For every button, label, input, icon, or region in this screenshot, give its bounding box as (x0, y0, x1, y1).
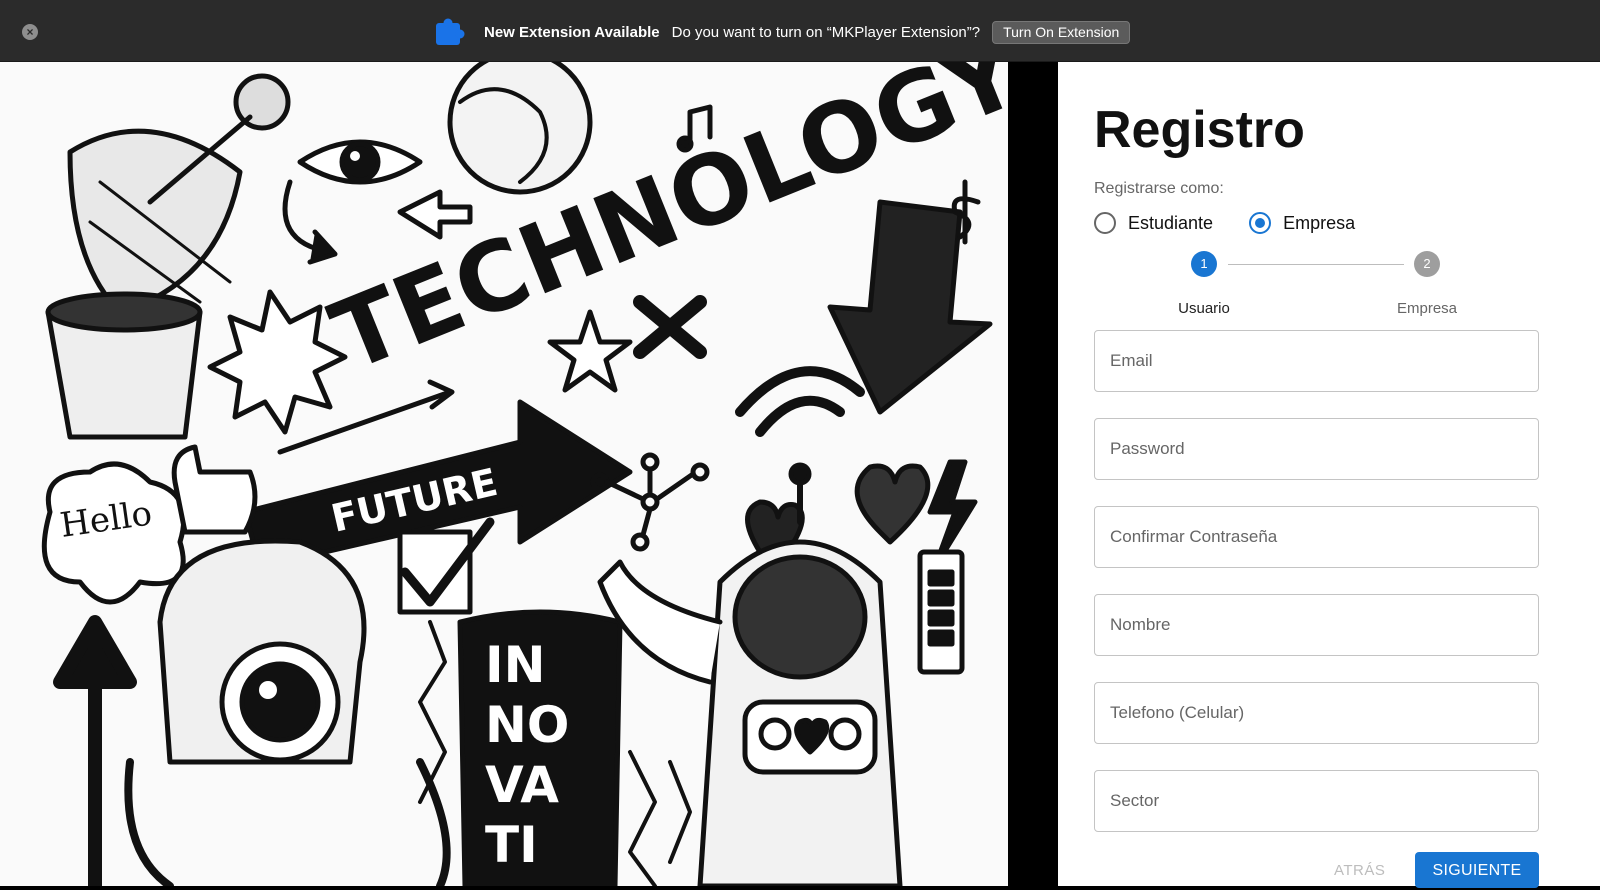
registration-panel: Registro Registrarse como: Estudiante Em… (1058, 62, 1600, 888)
extension-banner-content: New Extension Available Do you want to t… (434, 17, 1131, 47)
confirm-password-input[interactable] (1095, 507, 1538, 567)
email-field[interactable] (1094, 330, 1539, 392)
extension-banner: × New Extension Available Do you want to… (0, 0, 1600, 62)
divider-gap (1008, 62, 1058, 886)
radio-estudiante[interactable] (1094, 212, 1116, 234)
role-radio-group: Estudiante Empresa (1094, 212, 1391, 234)
page-title: Registro (1094, 101, 1305, 159)
step-1-label: Usuario (1178, 300, 1230, 317)
innovation-word-3: VA (485, 756, 559, 814)
close-icon[interactable]: × (22, 24, 38, 40)
confirm-password-field[interactable] (1094, 506, 1539, 568)
step-2-label: Empresa (1396, 300, 1458, 317)
phone-input[interactable] (1095, 683, 1538, 743)
radio-empresa-label[interactable]: Empresa (1283, 213, 1355, 234)
puzzle-icon (436, 18, 465, 45)
email-input[interactable] (1095, 331, 1538, 391)
extension-title: New Extension Available (484, 23, 660, 41)
name-field[interactable] (1094, 594, 1539, 656)
phone-field[interactable] (1094, 682, 1539, 744)
turn-on-extension-button[interactable]: Turn On Extension (992, 20, 1131, 44)
sector-input[interactable] (1095, 771, 1538, 831)
radio-estudiante-label[interactable]: Estudiante (1128, 213, 1213, 234)
sector-field[interactable] (1094, 770, 1539, 832)
innovation-word-2: NO (485, 696, 569, 754)
name-input[interactable] (1095, 595, 1538, 655)
register-as-label: Registrarse como: (1094, 180, 1224, 197)
technology-doodle-illustration: TECHNOLOGY FUTURE Hello IN NO VA TI (0, 62, 1008, 886)
password-field[interactable] (1094, 418, 1539, 480)
back-button[interactable]: ATRÁS (1334, 862, 1385, 879)
radio-empresa[interactable] (1249, 212, 1272, 234)
step-1-indicator: 1 (1191, 251, 1217, 277)
next-button[interactable]: SIGUIENTE (1415, 852, 1539, 888)
innovation-word-4: TI (485, 816, 538, 874)
step-2-indicator: 2 (1414, 251, 1440, 277)
extension-message: Do you want to turn on “MKPlayer Extensi… (671, 23, 981, 41)
password-input[interactable] (1095, 419, 1538, 479)
innovation-word-1: IN (485, 636, 545, 694)
stepper-connector (1228, 264, 1404, 265)
doodle-artwork: TECHNOLOGY FUTURE Hello IN NO VA TI (41, 62, 1008, 886)
